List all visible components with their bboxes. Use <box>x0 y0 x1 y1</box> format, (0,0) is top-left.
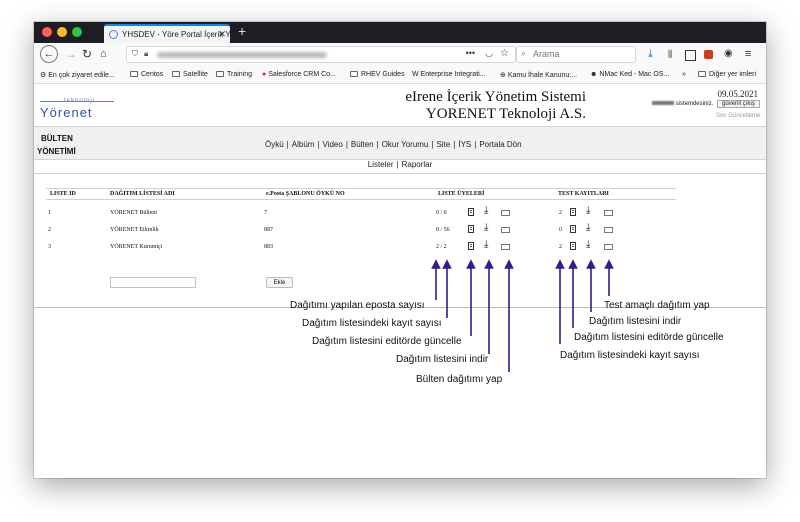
annotation-label: Dağıtım listesini indir <box>396 354 489 365</box>
annotation-label: Test amaçlı dağıtım yap <box>604 300 710 311</box>
annotation-label: Dağıtımı yapılan eposta sayısı <box>290 300 425 311</box>
annotation-label: Dağıtım listesini editörde güncelle <box>574 332 724 343</box>
browser-window: YHSDEV - Yöre Portal İçerik Yö ✕ + ← → ↻… <box>34 22 766 478</box>
annotation-label: Dağıtım listesindeki kayıt sayısı <box>560 350 700 361</box>
annotation-label: Dağıtım listesini editörde güncelle <box>312 336 462 347</box>
annotation-label: Bülten dağıtımı yap <box>416 374 503 385</box>
annotation-label: Dağıtım listesini indir <box>589 316 682 327</box>
annotation-arrows <box>431 259 614 372</box>
annotation-label: Dağıtım listesindeki kayıt sayısı <box>302 318 442 329</box>
